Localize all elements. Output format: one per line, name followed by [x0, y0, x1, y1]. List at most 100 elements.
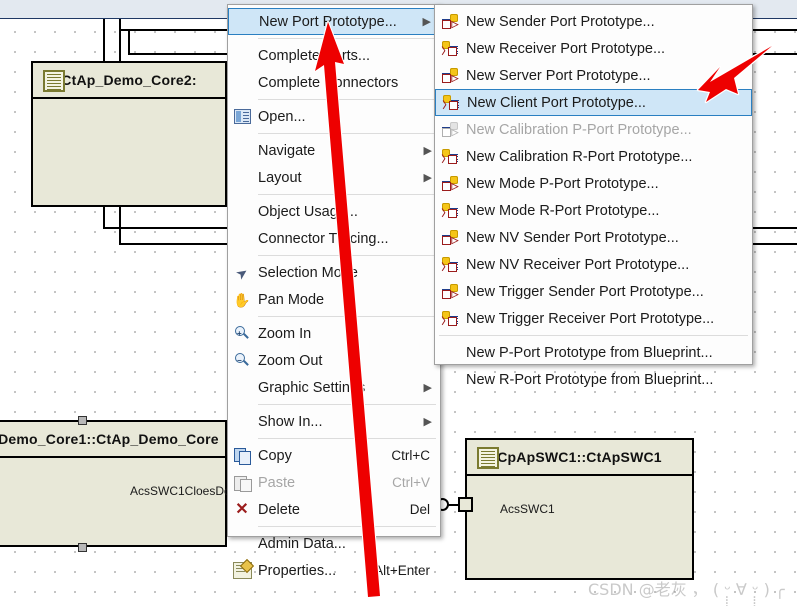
submenu-item-3[interactable]: 〉 New Client Port Prototype... [435, 89, 752, 116]
block-ctap-demo-core2[interactable]: CtAp_Demo_Core2: [31, 61, 227, 207]
context-menu-item-12[interactable]: Graphic Settings ▶ [228, 374, 440, 401]
context-menu-item-2[interactable]: Complete Connectors [228, 69, 440, 96]
context-menu-item-6[interactable]: Object Usage... [228, 198, 440, 225]
menu-item-label: New Sender Port Prototype... [466, 13, 655, 30]
menu-item-icon-slot: 〉 [435, 41, 465, 56]
menu-item-label: Object Usage... [258, 203, 358, 220]
menu-item-label: New Calibration R-Port Prototype... [466, 148, 693, 165]
submenu-item-7[interactable]: 〉 New Mode R-Port Prototype... [435, 197, 752, 224]
menu-item-icon-slot: + [228, 326, 256, 341]
menu-item-label: Properties... [258, 562, 337, 579]
context-menu-item-7[interactable]: Connector Tracing... [228, 225, 440, 252]
document-icon [43, 70, 65, 92]
context-menu-item-13[interactable]: Show In... ▶ [228, 408, 440, 435]
properties-icon [232, 558, 254, 579]
context-menu-item-3[interactable]: Open... [228, 103, 440, 130]
context-menu-item-10[interactable]: + Zoom In [228, 320, 440, 347]
context-menu-item-4[interactable]: Navigate ▶ [228, 137, 440, 164]
block-cpapswc1[interactable]: CpApSWC1::CtApSWC1 AcsSWC1 [465, 438, 694, 580]
submenu-item-12[interactable]: New P-Port Prototype from Blueprint... [435, 339, 752, 366]
menu-item-shortcut: Ctrl+C [391, 448, 430, 463]
r-port-icon: 〉 [441, 149, 459, 164]
menu-item-icon-slot: ▷ [435, 14, 465, 29]
menu-item-icon-slot: 〉 [435, 311, 465, 326]
context-submenu-new-port-prototype[interactable]: ▷ New Sender Port Prototype... 〉 New Receiv… [434, 4, 753, 388]
p-port-icon: ▷ [441, 284, 459, 299]
submenu-item-0[interactable]: ▷ New Sender Port Prototype... [435, 8, 752, 35]
menu-separator [258, 316, 436, 317]
submenu-item-11[interactable]: 〉 New Trigger Receiver Port Prototype... [435, 305, 752, 332]
port-label: AcsSWC1CloesDo [130, 484, 231, 498]
cursor-icon: ➤ [232, 262, 252, 283]
block-resize-handle[interactable] [78, 416, 87, 425]
paste-icon [233, 475, 252, 492]
r-port-icon: 〉 [441, 41, 459, 56]
menu-separator [258, 404, 436, 405]
menu-item-icon-slot: ▷ [435, 176, 465, 191]
block-resize-handle[interactable] [78, 543, 87, 552]
context-menu-item-18[interactable]: Properties... Alt+Enter [228, 557, 440, 584]
menu-item-icon-slot: 〉 [435, 257, 465, 272]
context-menu-item-17[interactable]: Admin Data... [228, 530, 440, 557]
block-header: CpApSWC1::CtApSWC1 [467, 440, 692, 476]
submenu-item-5[interactable]: 〉 New Calibration R-Port Prototype... [435, 143, 752, 170]
menu-item-label: New Client Port Prototype... [467, 94, 646, 111]
menu-item-label: New Calibration P-Port Prototype... [466, 121, 692, 138]
context-menu-item-5[interactable]: Layout ▶ [228, 164, 440, 191]
context-menu-item-14[interactable]: Copy Ctrl+C [228, 442, 440, 469]
menu-item-icon-slot: 〉 [436, 95, 466, 110]
submenu-item-13[interactable]: New R-Port Prototype from Blueprint... [435, 366, 752, 393]
menu-item-shortcut: Ctrl+V [392, 475, 430, 490]
menu-item-icon-slot: ▷ [435, 122, 465, 137]
menu-separator [258, 438, 436, 439]
menu-item-label: New P-Port Prototype from Blueprint... [466, 344, 713, 361]
context-menu-item-15: Paste Ctrl+V [228, 469, 440, 496]
menu-item-icon-slot: ✕ [228, 501, 256, 517]
menu-item-icon-slot [228, 448, 256, 465]
submenu-item-1[interactable]: 〉 New Receiver Port Prototype... [435, 35, 752, 62]
context-menu-item-1[interactable]: Complete Ports... [228, 42, 440, 69]
context-menu[interactable]: New Port Prototype... ▶ Complete Ports... C… [227, 4, 441, 579]
connector-line [119, 19, 121, 63]
menu-separator [258, 38, 436, 39]
open-icon [233, 109, 251, 124]
context-menu-item-0[interactable]: New Port Prototype... ▶ [228, 8, 440, 35]
r-port-icon: 〉 [441, 203, 459, 218]
r-port-icon: 〉 [441, 257, 459, 272]
menu-item-label: New NV Sender Port Prototype... [466, 229, 679, 246]
context-menu-item-16[interactable]: ✕ Delete Del [228, 496, 440, 523]
submenu-item-10[interactable]: ▷ New Trigger Sender Port Prototype... [435, 278, 752, 305]
submenu-item-8[interactable]: ▷ New NV Sender Port Prototype... [435, 224, 752, 251]
block-header: tAp_Demo_Core1::CtAp_Demo_Core [0, 422, 225, 458]
copy-icon [233, 448, 251, 465]
submenu-item-6[interactable]: ▷ New Mode P-Port Prototype... [435, 170, 752, 197]
menu-item-label: Complete Ports... [258, 47, 371, 64]
menu-item-label: Copy [258, 447, 292, 464]
p-port-icon: ▷ [441, 122, 459, 137]
submenu-item-2[interactable]: ▷ New Server Port Prototype... [435, 62, 752, 89]
zoom-out-icon: − [234, 353, 251, 368]
r-port-symbol[interactable] [458, 497, 473, 512]
menu-item-icon-slot: ▷ [435, 68, 465, 83]
r-port-icon: 〉 [442, 95, 460, 110]
menu-item-icon-slot: 〉 [435, 149, 465, 164]
menu-item-label: Show In... [258, 413, 323, 430]
submenu-item-9[interactable]: 〉 New NV Receiver Port Prototype... [435, 251, 752, 278]
context-menu-item-9[interactable]: ✋ Pan Mode [228, 286, 440, 313]
context-menu-item-11[interactable]: − Zoom Out [228, 347, 440, 374]
menu-separator [258, 526, 436, 527]
p-port-icon: ▷ [441, 176, 459, 191]
port-label: AcsSWC1 [500, 502, 555, 516]
r-port-icon: 〉 [441, 311, 459, 326]
menu-item-label: Selection Mode [258, 264, 358, 281]
block-ctap-demo-core1[interactable]: tAp_Demo_Core1::CtAp_Demo_Core AcsSWC1Cl… [0, 420, 231, 547]
connector-line [119, 205, 121, 245]
menu-item-label: Zoom In [258, 325, 312, 342]
context-menu-item-8[interactable]: ➤ Selection Mode [228, 259, 440, 286]
menu-item-label: New Receiver Port Prototype... [466, 40, 666, 57]
submenu-item-4: ▷ New Calibration P-Port Prototype... [435, 116, 752, 143]
menu-item-shortcut: Del [409, 502, 430, 517]
chevron-right-icon: ▶ [423, 416, 432, 428]
menu-item-label: New Port Prototype... [259, 13, 397, 30]
menu-item-label: Complete Connectors [258, 74, 399, 91]
